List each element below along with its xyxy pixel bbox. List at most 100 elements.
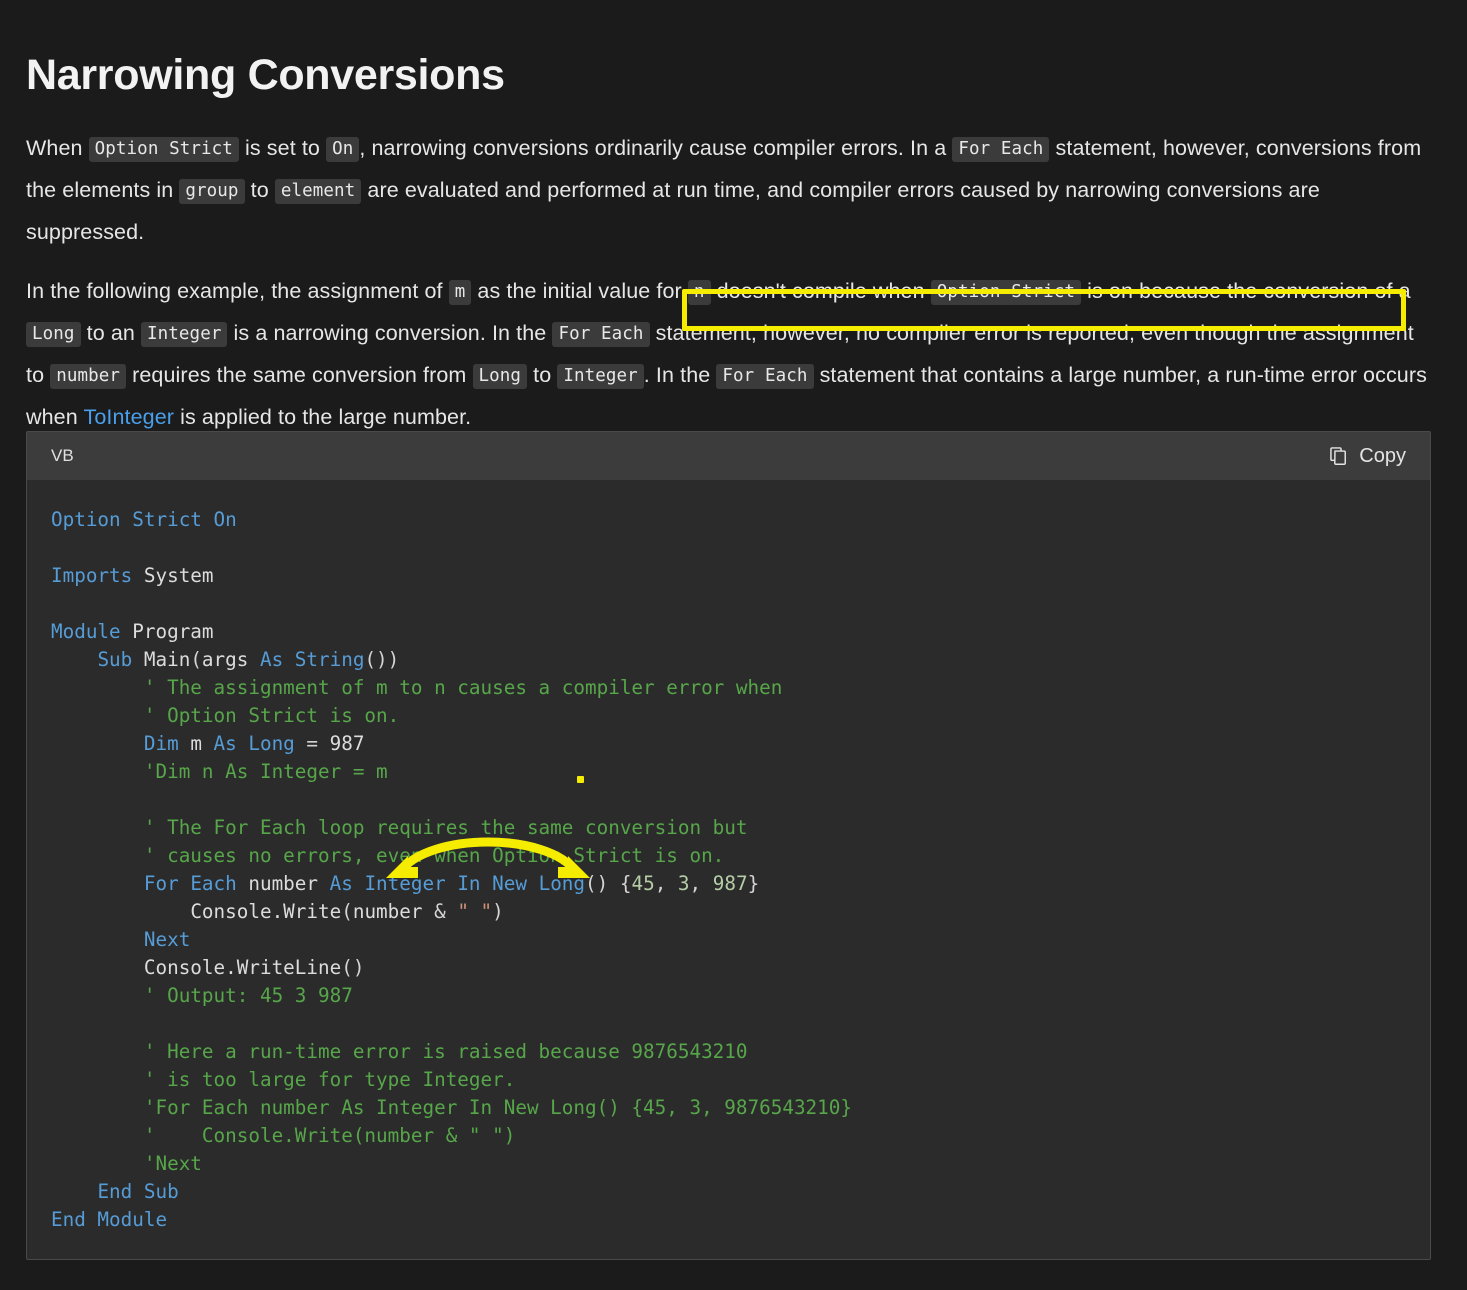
text-fragment: requires the same conversion from bbox=[126, 362, 473, 387]
code-line: 'Dim n As Integer = m bbox=[51, 758, 1430, 786]
code-token: ' The For Each loop requires the same co… bbox=[143, 816, 748, 839]
code-token: ' Output: 45 3 987 bbox=[143, 984, 353, 1007]
code-token: number bbox=[248, 872, 330, 895]
inline-code-integer-2: Integer bbox=[557, 363, 644, 389]
code-line: ' is too large for type Integer. bbox=[51, 1066, 1430, 1094]
code-token: m bbox=[190, 732, 214, 755]
inline-code-integer: Integer bbox=[141, 321, 228, 347]
code-token: As bbox=[329, 872, 365, 895]
inline-code-m: m bbox=[448, 279, 472, 305]
text-fragment: doesn't compile when bbox=[710, 278, 931, 303]
code-token: 'For Each number As Integer In New Long(… bbox=[143, 1096, 852, 1119]
documentation-page: Narrowing Conversions When Option Strict… bbox=[0, 0, 1467, 1290]
text-fragment: is applied to the large number. bbox=[174, 404, 472, 429]
code-token: ' is too large for type Integer. bbox=[143, 1068, 516, 1091]
code-line: Console.WriteLine() bbox=[51, 954, 1430, 982]
code-line: Next bbox=[51, 926, 1430, 954]
code-token: ()) bbox=[364, 648, 400, 671]
code-token: Console.Write bbox=[190, 900, 342, 923]
code-token: 'Next bbox=[143, 1152, 202, 1175]
code-token: System bbox=[143, 564, 214, 587]
text-fragment: is a narrowing conversion. In the bbox=[227, 320, 553, 345]
code-line: Dim m As Long = 987 bbox=[51, 730, 1430, 758]
code-token: , bbox=[689, 872, 713, 895]
copy-button[interactable]: Copy bbox=[1318, 441, 1416, 472]
paragraph-narrowing-intro: When Option Strict is set to On, narrowi… bbox=[26, 128, 1438, 253]
code-line: ' causes no errors, even when Option Str… bbox=[51, 842, 1430, 870]
code-token: & bbox=[434, 900, 458, 923]
code-token: Next bbox=[143, 928, 191, 951]
code-token: Integer bbox=[364, 872, 458, 895]
code-token: Sub bbox=[97, 648, 144, 671]
code-content[interactable]: Option Strict On Imports System Module P… bbox=[27, 480, 1430, 1252]
text-fragment: to bbox=[244, 177, 275, 202]
code-token: As bbox=[213, 732, 249, 755]
inline-code-for-each-2: For Each bbox=[552, 321, 650, 347]
copy-button-label: Copy bbox=[1359, 444, 1406, 467]
code-line: ' The assignment of m to n causes a comp… bbox=[51, 674, 1430, 702]
text-fragment: to bbox=[527, 362, 558, 387]
code-token: Program bbox=[132, 620, 214, 643]
code-line: Option Strict On bbox=[51, 506, 1430, 534]
text-fragment: is set to bbox=[238, 135, 327, 160]
code-token: () { bbox=[585, 872, 632, 895]
code-token: 987 bbox=[712, 872, 748, 895]
code-line: ' The For Each loop requires the same co… bbox=[51, 814, 1430, 842]
code-token: ' causes no errors, even when Option Str… bbox=[143, 844, 725, 867]
inline-code-for-each: For Each bbox=[952, 136, 1050, 162]
code-token: 3 bbox=[677, 872, 690, 895]
code-token: 987 bbox=[329, 732, 365, 755]
code-token: Option Strict On bbox=[51, 508, 237, 531]
code-language-label: VB bbox=[51, 446, 74, 465]
text-fragment: , narrowing conversions ordinarily cause… bbox=[359, 135, 953, 160]
inline-code-long: Long bbox=[26, 321, 81, 347]
text-fragment: to an bbox=[80, 320, 142, 345]
code-token: number bbox=[352, 900, 435, 923]
text-fragment: In the following example, the assignment… bbox=[26, 278, 449, 303]
code-token: () bbox=[341, 956, 365, 979]
code-token: } bbox=[747, 872, 760, 895]
inline-code-n: n bbox=[687, 279, 711, 305]
code-token: ' Here a run-time error is raised becaus… bbox=[143, 1040, 748, 1063]
code-token: Console.WriteLine bbox=[143, 956, 342, 979]
code-token: End Sub bbox=[97, 1180, 179, 1203]
text-fragment: as the initial value for bbox=[471, 278, 688, 303]
page-title: Narrowing Conversions bbox=[26, 50, 505, 99]
code-token: Module bbox=[51, 620, 133, 643]
inline-code-option-strict: Option Strict bbox=[88, 136, 239, 162]
code-token: 45 bbox=[631, 872, 655, 895]
code-line: 'Next bbox=[51, 1150, 1430, 1178]
code-line: For Each number As Integer In New Long()… bbox=[51, 870, 1430, 898]
copy-icon bbox=[1328, 445, 1350, 467]
code-token: ' The assignment of m to n causes a comp… bbox=[143, 676, 783, 699]
code-token: ' Option Strict is on. bbox=[143, 704, 400, 727]
code-token: " " bbox=[457, 900, 493, 923]
tointeger-link[interactable]: ToInteger bbox=[83, 405, 174, 429]
inline-code-group: group bbox=[179, 178, 245, 204]
code-token: ) bbox=[492, 900, 504, 923]
code-token: Dim bbox=[143, 732, 191, 755]
inline-code-for-each-3: For Each bbox=[716, 363, 814, 389]
code-token: String bbox=[294, 648, 365, 671]
code-line: ' Console.Write(number & " ") bbox=[51, 1122, 1430, 1150]
code-line: ' Here a run-time error is raised becaus… bbox=[51, 1038, 1430, 1066]
code-line: Imports System bbox=[51, 562, 1430, 590]
code-token: Long bbox=[248, 732, 307, 755]
code-line: Module Program bbox=[51, 618, 1430, 646]
inline-code-element: element bbox=[274, 178, 362, 204]
